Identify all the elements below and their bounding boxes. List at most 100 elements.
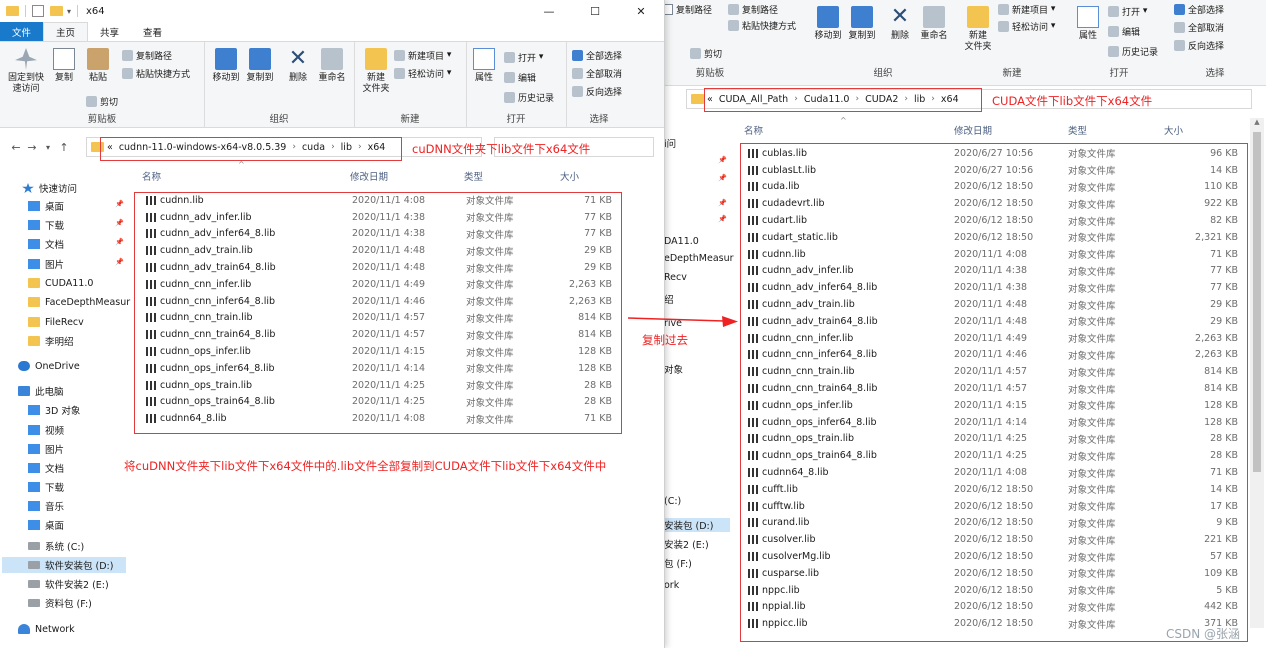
new-folder-quick-icon[interactable]: [50, 6, 63, 16]
nav-item[interactable]: 下载: [28, 217, 64, 233]
nav-item[interactable]: FileRecv: [28, 314, 84, 330]
nav-item[interactable]: 文档: [28, 236, 64, 252]
column-name[interactable]: 名称: [744, 123, 763, 137]
table-row[interactable]: cudnn_ops_infer.lib 2020/11/1 4:15 对象文件库 12…: [142, 343, 618, 360]
properties-check-icon[interactable]: [32, 5, 44, 17]
right-edit-button[interactable]: 编辑: [1108, 24, 1140, 38]
nav-item[interactable]: 快速访问: [22, 180, 77, 196]
rename-button[interactable]: 重命名: [312, 48, 352, 84]
scroll-up-icon[interactable]: ▲: [1250, 118, 1264, 126]
table-row[interactable]: cudadevrt.lib 2020/6/12 18:50 对象文件库 922 KB: [744, 195, 1244, 212]
table-row[interactable]: cudnn_ops_infer64_8.lib 2020/11/1 4:14 对象文…: [744, 414, 1244, 431]
nav-item-fragment[interactable]: DA11.0: [664, 236, 699, 247]
table-row[interactable]: cublas.lib 2020/6/27 10:56 对象文件库 96 KB: [744, 145, 1244, 162]
column-name[interactable]: 名称: [142, 169, 161, 183]
nav-item[interactable]: 系统 (C:): [28, 538, 84, 554]
column-type[interactable]: 类型: [1068, 123, 1087, 137]
right-invert-selection-button[interactable]: 反向选择: [1174, 38, 1224, 52]
tab-share[interactable]: 共享: [88, 22, 131, 41]
table-row[interactable]: cudnn_adv_train.lib 2020/11/1 4:48 对象文件库 29…: [744, 296, 1244, 313]
column-size[interactable]: 大小: [560, 169, 579, 183]
nav-item[interactable]: 视频: [28, 422, 64, 438]
table-row[interactable]: cublasLt.lib 2020/6/27 10:56 对象文件库 14 KB: [744, 162, 1244, 179]
nav-item[interactable]: 此电脑: [18, 383, 64, 399]
nav-item[interactable]: 桌面: [28, 517, 64, 533]
history-button[interactable]: 历史记录: [504, 90, 554, 104]
nav-item[interactable]: 文档: [28, 460, 64, 476]
table-row[interactable]: cusolverMg.lib 2020/6/12 18:50 对象文件库 57 KB: [744, 548, 1244, 565]
table-row[interactable]: nppc.lib 2020/6/12 18:50 对象文件库 5 KB: [744, 582, 1244, 599]
right-copy-path-button[interactable]: 复制路径: [662, 2, 712, 16]
table-row[interactable]: cufft.lib 2020/6/12 18:50 对象文件库 14 KB: [744, 481, 1244, 498]
right-history-button[interactable]: 历史记录: [1108, 44, 1158, 58]
right-new-folder-button[interactable]: 新建 文件夹: [958, 6, 998, 53]
paste-button[interactable]: 粘贴: [78, 48, 118, 84]
table-row[interactable]: cudnn64_8.lib 2020/11/1 4:08 对象文件库 71 KB: [142, 410, 618, 427]
right-copy-path2-button[interactable]: 复制路径: [728, 2, 778, 16]
select-all-button[interactable]: 全部选择: [572, 48, 622, 62]
table-row[interactable]: cudnn_ops_infer64_8.lib 2020/11/1 4:14 对象文…: [142, 360, 618, 377]
new-item-button[interactable]: 新建项目 ▾: [394, 48, 451, 62]
pin-icon[interactable]: 📌: [718, 174, 727, 182]
nav-item[interactable]: 图片: [28, 441, 64, 457]
right-open-button[interactable]: 打开 ▾: [1108, 4, 1147, 18]
nav-item-fragment[interactable]: 安装2 (E:): [664, 537, 709, 551]
table-row[interactable]: curand.lib 2020/6/12 18:50 对象文件库 9 KB: [744, 515, 1244, 532]
nav-item[interactable]: 图片: [28, 256, 64, 272]
cut-button[interactable]: 剪切: [86, 94, 118, 108]
nav-item[interactable]: 软件安装2 (E:): [28, 576, 109, 592]
pin-quick-access-button[interactable]: 固定到快 速访问: [4, 48, 48, 95]
table-row[interactable]: cudnn_ops_train64_8.lib 2020/11/1 4:25 对象文…: [142, 394, 618, 411]
table-row[interactable]: cudart_static.lib 2020/6/12 18:50 对象文件库 2,3…: [744, 229, 1244, 246]
table-row[interactable]: cudnn_adv_infer64_8.lib 2020/11/1 4:38 对象文…: [142, 226, 618, 243]
column-date[interactable]: 修改日期: [350, 169, 388, 183]
pin-icon[interactable]: 📌: [115, 200, 124, 208]
nav-item-fragment[interactable]: Recv: [664, 272, 687, 283]
table-row[interactable]: cudnn_ops_infer.lib 2020/11/1 4:15 对象文件库 12…: [744, 397, 1244, 414]
nav-item[interactable]: 3D 对象: [28, 402, 80, 418]
pin-icon[interactable]: 📌: [115, 219, 124, 227]
new-folder-button[interactable]: 新建 文件夹: [356, 48, 396, 95]
table-row[interactable]: cudnn_ops_train.lib 2020/11/1 4:25 对象文件库 28…: [744, 431, 1244, 448]
table-row[interactable]: cudnn64_8.lib 2020/11/1 4:08 对象文件库 71 KB: [744, 464, 1244, 481]
pin-icon[interactable]: 📌: [718, 199, 727, 207]
nav-item[interactable]: 桌面: [28, 198, 64, 214]
pin-icon[interactable]: 📌: [718, 215, 727, 223]
nav-item-fragment[interactable]: i问: [664, 136, 676, 150]
nav-item-fragment[interactable]: eDepthMeasur: [664, 253, 734, 264]
pin-icon[interactable]: 📌: [115, 238, 124, 246]
nav-item[interactable]: 软件安装包 (D:): [2, 557, 126, 573]
nav-item-fragment[interactable]: 对象: [664, 362, 683, 376]
nav-item[interactable]: 音乐: [28, 498, 64, 514]
table-row[interactable]: cudnn_adv_train64_8.lib 2020/11/1 4:48 对象文…: [744, 313, 1244, 330]
tab-file[interactable]: 文件: [0, 22, 44, 41]
table-row[interactable]: cudnn_cnn_train64_8.lib 2020/11/1 4:57 对象文…: [744, 380, 1244, 397]
table-row[interactable]: cudnn_cnn_infer64_8.lib 2020/11/1 4:46 对象文…: [744, 347, 1244, 364]
copy-to-button[interactable]: 复制到: [240, 48, 280, 84]
maximize-button[interactable]: ☐: [572, 0, 618, 22]
tab-view[interactable]: 查看: [131, 22, 174, 41]
column-date[interactable]: 修改日期: [954, 123, 992, 137]
right-copy-to-button[interactable]: 复制到: [842, 6, 882, 42]
nav-item-fragment[interactable]: 绍: [664, 292, 674, 306]
table-row[interactable]: cusparse.lib 2020/6/12 18:50 对象文件库 109 KB: [744, 565, 1244, 582]
table-row[interactable]: cudnn_cnn_train64_8.lib 2020/11/1 4:57 对象文…: [142, 326, 618, 343]
table-row[interactable]: cudnn_adv_train.lib 2020/11/1 4:48 对象文件库 29…: [142, 242, 618, 259]
chevron-down-icon[interactable]: ▾: [67, 7, 71, 16]
column-type[interactable]: 类型: [464, 169, 483, 183]
right-new-item-button[interactable]: 新建项目 ▾: [998, 2, 1055, 16]
table-row[interactable]: cudnn_cnn_train.lib 2020/11/1 4:57 对象文件库 81…: [744, 363, 1244, 380]
properties-button[interactable]: 属性: [464, 48, 504, 84]
right-properties-button[interactable]: 属性: [1068, 6, 1108, 42]
nav-item[interactable]: Network: [18, 621, 75, 637]
minimize-button[interactable]: —: [526, 0, 572, 22]
right-rename-button[interactable]: 重命名: [914, 6, 954, 42]
table-row[interactable]: cudnn_adv_train64_8.lib 2020/11/1 4:48 对象文…: [142, 259, 618, 276]
nav-item-fragment[interactable]: (C:): [664, 496, 681, 507]
tab-home[interactable]: 主页: [43, 22, 89, 41]
table-row[interactable]: cudnn.lib 2020/11/1 4:08 对象文件库 71 KB: [744, 246, 1244, 263]
nav-item[interactable]: OneDrive: [18, 358, 80, 374]
column-size[interactable]: 大小: [1164, 123, 1183, 137]
select-none-button[interactable]: 全部取消: [572, 66, 622, 80]
nav-item[interactable]: 李明绍: [28, 333, 74, 349]
